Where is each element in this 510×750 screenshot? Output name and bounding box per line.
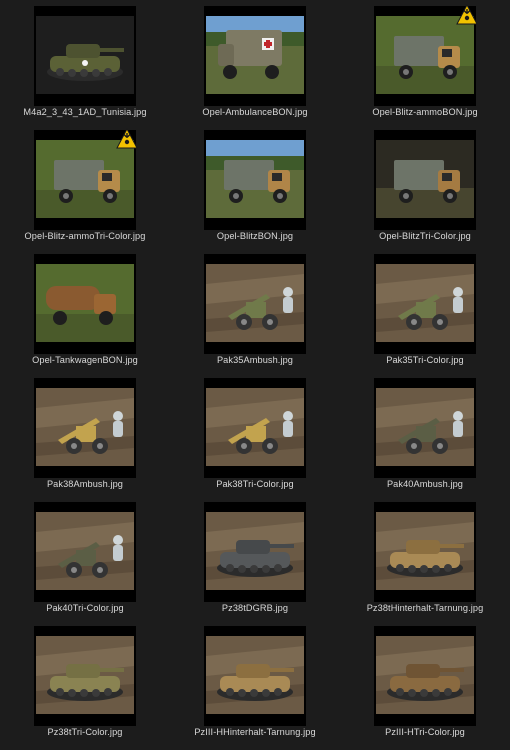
hazard-warning-icon bbox=[456, 3, 478, 26]
anti-tank-gun-image bbox=[36, 388, 134, 466]
file-tile[interactable]: Opel-Blitz-ammoTri-Color.jpg bbox=[0, 124, 170, 248]
file-name-label: Pak38Tri-Color.jpg bbox=[216, 479, 294, 489]
file-thumbnail[interactable] bbox=[374, 130, 476, 230]
file-thumbnail[interactable] bbox=[34, 626, 136, 726]
file-name-label: Opel-BlitzBON.jpg bbox=[216, 231, 294, 241]
file-tile[interactable]: Pak35Ambush.jpg bbox=[170, 248, 340, 372]
file-tile[interactable]: Pz38tHinterhalt-Tarnung.jpg bbox=[340, 496, 510, 620]
file-name-label: Opel-BlitzTri-Color.jpg bbox=[379, 231, 471, 241]
file-name-label: Opel-TankwagenBON.jpg bbox=[32, 355, 138, 365]
light-tank-image bbox=[206, 512, 304, 590]
file-name-label: PzIII-HHinterhalt-Tarnung.jpg bbox=[194, 727, 316, 737]
file-thumbnail[interactable] bbox=[204, 6, 306, 106]
file-tile[interactable]: M4a2_3_43_1AD_Tunisia.jpg bbox=[0, 0, 170, 124]
panzer-iii-image bbox=[376, 636, 474, 714]
file-thumbnail[interactable] bbox=[34, 254, 136, 354]
file-tile[interactable]: PzIII-HTri-Color.jpg bbox=[340, 620, 510, 744]
file-tile[interactable]: PzIII-HHinterhalt-Tarnung.jpg bbox=[170, 620, 340, 744]
file-tile[interactable]: Pak38Ambush.jpg bbox=[0, 372, 170, 496]
file-tile[interactable]: Opel-BlitzTri-Color.jpg bbox=[340, 124, 510, 248]
panzer-iii-image bbox=[206, 636, 304, 714]
truck-image bbox=[376, 140, 474, 218]
file-tile[interactable]: Pak38Tri-Color.jpg bbox=[170, 372, 340, 496]
light-tank-image bbox=[36, 636, 134, 714]
file-tile[interactable]: Opel-BlitzBON.jpg bbox=[170, 124, 340, 248]
file-thumbnail[interactable] bbox=[34, 502, 136, 602]
file-thumbnail[interactable] bbox=[34, 378, 136, 478]
file-thumbnail[interactable] bbox=[204, 378, 306, 478]
file-name-label: Opel-AmbulanceBON.jpg bbox=[202, 107, 308, 117]
ambulance-truck-image bbox=[206, 16, 304, 94]
file-tile[interactable]: Pz38tDGRB.jpg bbox=[170, 496, 340, 620]
file-name-label: PzIII-HTri-Color.jpg bbox=[385, 727, 465, 737]
file-thumbnail[interactable] bbox=[374, 626, 476, 726]
tanker-truck-image bbox=[36, 264, 134, 342]
file-thumbnail[interactable] bbox=[374, 254, 476, 354]
anti-tank-gun-image bbox=[36, 512, 134, 590]
file-name-label: Pak35Tri-Color.jpg bbox=[386, 355, 464, 365]
file-name-label: Pak40Ambush.jpg bbox=[386, 479, 464, 489]
truck-image bbox=[36, 140, 134, 218]
file-tile[interactable]: Opel-TankwagenBON.jpg bbox=[0, 248, 170, 372]
file-thumbnail[interactable] bbox=[34, 6, 136, 106]
file-thumbnail[interactable] bbox=[34, 127, 138, 230]
truck-image bbox=[206, 140, 304, 218]
file-thumbnail[interactable] bbox=[204, 254, 306, 354]
truck-image bbox=[376, 16, 474, 94]
file-thumbnail[interactable] bbox=[204, 130, 306, 230]
file-thumbnail[interactable] bbox=[374, 502, 476, 602]
file-name-label: Pz38tTri-Color.jpg bbox=[47, 727, 123, 737]
file-tile[interactable]: Opel-AmbulanceBON.jpg bbox=[170, 0, 340, 124]
file-name-label: Opel-Blitz-ammoBON.jpg bbox=[372, 107, 478, 117]
file-thumbnail[interactable] bbox=[204, 502, 306, 602]
file-name-label: Pak35Ambush.jpg bbox=[216, 355, 294, 365]
sherman-tank-image bbox=[36, 16, 134, 94]
file-thumbnail-grid: M4a2_3_43_1AD_Tunisia.jpg Opel-Ambulance… bbox=[0, 0, 510, 750]
file-name-label: Pz38tHinterhalt-Tarnung.jpg bbox=[366, 603, 484, 613]
light-tank-image bbox=[376, 512, 474, 590]
anti-tank-gun-image bbox=[206, 388, 304, 466]
file-name-label: M4a2_3_43_1AD_Tunisia.jpg bbox=[23, 107, 147, 117]
file-thumbnail[interactable] bbox=[204, 626, 306, 726]
hazard-warning-icon bbox=[116, 127, 138, 150]
file-tile[interactable]: Pak40Ambush.jpg bbox=[340, 372, 510, 496]
file-tile[interactable]: Pz38tTri-Color.jpg bbox=[0, 620, 170, 744]
file-name-label: Opel-Blitz-ammoTri-Color.jpg bbox=[24, 231, 146, 241]
file-tile[interactable]: Pak35Tri-Color.jpg bbox=[340, 248, 510, 372]
file-thumbnail[interactable] bbox=[374, 3, 478, 106]
anti-tank-gun-image bbox=[376, 388, 474, 466]
file-tile[interactable]: Opel-Blitz-ammoBON.jpg bbox=[340, 0, 510, 124]
anti-tank-gun-image bbox=[376, 264, 474, 342]
file-name-label: Pak38Ambush.jpg bbox=[46, 479, 124, 489]
file-name-label: Pak40Tri-Color.jpg bbox=[46, 603, 124, 613]
file-name-label: Pz38tDGRB.jpg bbox=[221, 603, 289, 613]
anti-tank-gun-image bbox=[206, 264, 304, 342]
file-thumbnail[interactable] bbox=[374, 378, 476, 478]
file-tile[interactable]: Pak40Tri-Color.jpg bbox=[0, 496, 170, 620]
